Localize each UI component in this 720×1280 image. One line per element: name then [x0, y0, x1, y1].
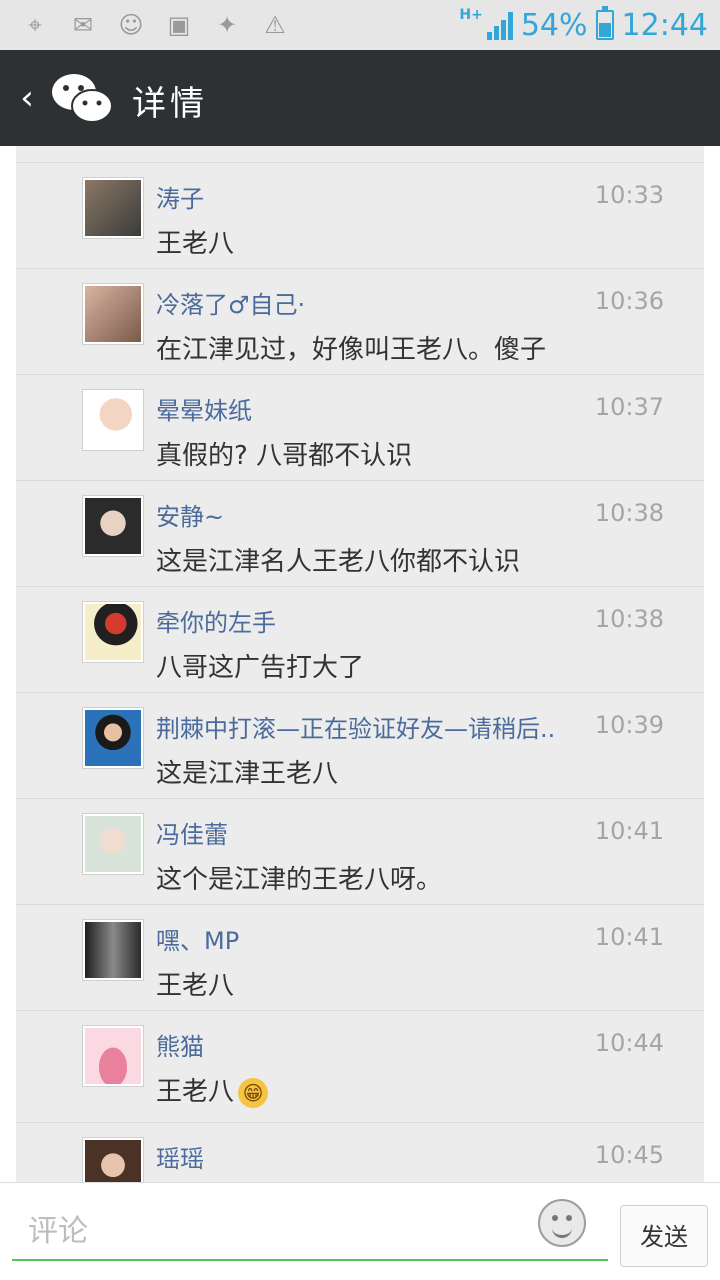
- commenter-name[interactable]: 荆棘中打滚—正在验证好友—请稍后..: [156, 709, 555, 744]
- comment-row[interactable]: 熊猫 10:44 王老八 😁: [16, 1010, 704, 1122]
- comment-time: 10:41: [594, 923, 664, 951]
- avatar[interactable]: [82, 707, 144, 769]
- commenter-name[interactable]: 嘿、MP: [156, 921, 239, 956]
- comment-time: 10:38: [594, 499, 664, 527]
- battery-percent: 54%: [520, 7, 588, 43]
- send-button[interactable]: 发送: [620, 1205, 708, 1267]
- comment-text: 八哥这广告打大了: [156, 653, 365, 683]
- comment-text: 在江津见过，好像叫王老八。傻子: [156, 335, 547, 365]
- avatar[interactable]: [82, 495, 144, 557]
- comment-time: 10:39: [594, 711, 664, 739]
- commenter-name[interactable]: 冯佳蕾: [156, 815, 228, 850]
- comment-text: 王老八: [156, 229, 235, 259]
- comment-row[interactable]: 荆棘中打滚—正在验证好友—请稍后.. 10:39 这是江津王老八: [16, 692, 704, 798]
- list-top-spacer: [16, 146, 704, 162]
- comment-input[interactable]: [12, 1203, 608, 1261]
- commenter-name[interactable]: 涛子: [156, 179, 204, 214]
- avatar[interactable]: [82, 1025, 144, 1087]
- comment-text-content: 王老八: [156, 1077, 235, 1107]
- comment-time: 10:44: [594, 1029, 664, 1057]
- commenter-name[interactable]: 冷落了♂自己·: [156, 285, 305, 320]
- comment-row[interactable]: 嘿、MP 10:41 王老八: [16, 904, 704, 1010]
- wechat-mail-icon: ✉: [72, 11, 94, 39]
- comment-text: 这个是江津的王老八呀。: [156, 865, 443, 895]
- page-title: 详情: [132, 84, 208, 124]
- back-icon[interactable]: ‹: [16, 78, 38, 118]
- clock: 12:44: [621, 7, 708, 43]
- comment-row[interactable]: 晕晕妹纸 10:37 真假的? 八哥都不认识: [16, 374, 704, 480]
- comment-time: 10:36: [594, 287, 664, 315]
- comment-row[interactable]: 涛子 10:33 王老八: [16, 162, 704, 268]
- commenter-name[interactable]: 瑶瑶: [156, 1139, 204, 1174]
- title-bar: ‹ 详情: [0, 50, 720, 146]
- grin-emoji-icon: 😁: [238, 1077, 269, 1108]
- image-icon: ▣: [167, 11, 191, 39]
- wechat-logo: [52, 74, 113, 123]
- avatar[interactable]: [82, 813, 144, 875]
- comment-text: 这是江津王老八: [156, 759, 339, 789]
- signal-icon: [486, 10, 513, 40]
- comment-time: 10:45: [594, 1141, 664, 1169]
- commenter-name[interactable]: 晕晕妹纸: [156, 391, 252, 426]
- app-warning-icon: ✦: [216, 11, 238, 39]
- comment-input-bar: 发送: [0, 1182, 720, 1280]
- commenter-name[interactable]: 安静~: [156, 497, 224, 532]
- avatar[interactable]: [82, 601, 144, 663]
- comment-text: 王老八: [156, 971, 235, 1001]
- comment-text: 王老八 😁: [156, 1071, 269, 1108]
- battery-icon: [595, 6, 614, 40]
- avatar[interactable]: [82, 389, 144, 451]
- comment-time: 10:33: [594, 181, 664, 209]
- commenter-name[interactable]: 牵你的左手: [156, 603, 276, 638]
- status-right: H+ 54% 12:44: [459, 4, 708, 46]
- warning-icon: ⚠: [264, 11, 286, 39]
- comment-list[interactable]: 涛子 10:33 王老八 冷落了♂自己· 10:36 在江津见过，好像叫王老八。…: [16, 146, 704, 1182]
- location-icon: ⌖: [28, 11, 42, 39]
- comment-text: 这是江津名人王老八你都不认识: [156, 547, 521, 577]
- avatar[interactable]: [82, 1137, 144, 1182]
- comment-time: 10:41: [594, 817, 664, 845]
- avatar[interactable]: [82, 919, 144, 981]
- comment-row[interactable]: 瑶瑶 10:45: [16, 1122, 704, 1182]
- avatar[interactable]: [82, 283, 144, 345]
- comment-text: 真假的? 八哥都不认识: [156, 441, 413, 471]
- network-type: H+: [459, 7, 483, 23]
- avatar[interactable]: [82, 177, 144, 239]
- comment-time: 10:37: [594, 393, 664, 421]
- status-bar: ⌖ ✉ ☺ ▣ ✦ ⚠ H+ 54% 12:44: [0, 0, 720, 50]
- comment-row[interactable]: 安静~ 10:38 这是江津名人王老八你都不认识: [16, 480, 704, 586]
- comment-row[interactable]: 牵你的左手 10:38 八哥这广告打大了: [16, 586, 704, 692]
- wechat-icon: ☺: [118, 11, 144, 39]
- smiley-icon[interactable]: [538, 1199, 586, 1247]
- comment-row[interactable]: 冯佳蕾 10:41 这个是江津的王老八呀。: [16, 798, 704, 904]
- comment-row[interactable]: 冷落了♂自己· 10:36 在江津见过，好像叫王老八。傻子: [16, 268, 704, 374]
- comment-time: 10:38: [594, 605, 664, 633]
- commenter-name[interactable]: 熊猫: [156, 1027, 204, 1062]
